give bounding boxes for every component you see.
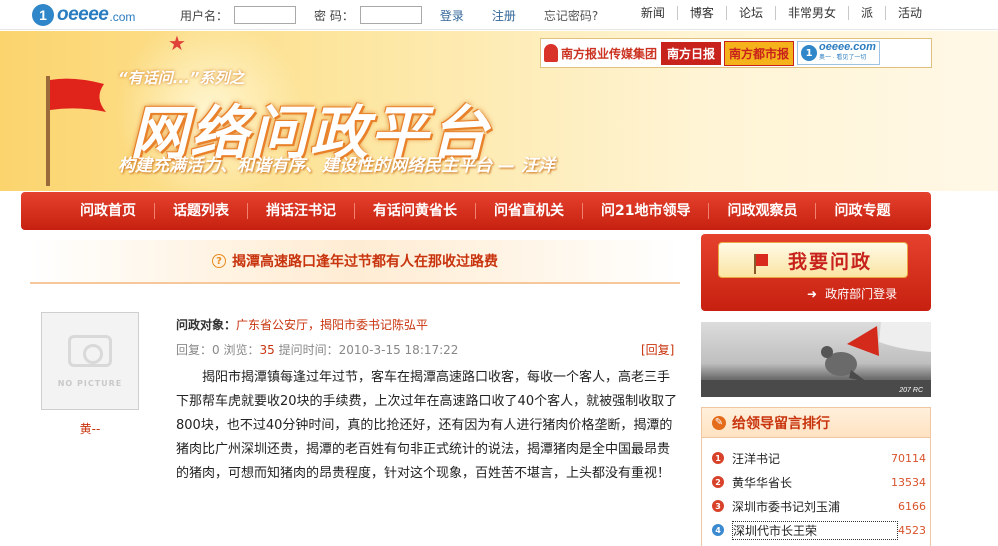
topnav-news[interactable]: 新闻 (629, 6, 677, 20)
banner-slogan: 构建充满活力、和谐有序、建设性的网络民主平台 — 汪洋 (118, 156, 555, 176)
ranking-list: 1 汪洋书记 70114 2 黄华华省长 13534 3 深圳市委书记刘玉浦 6… (712, 446, 926, 542)
promo-road (701, 380, 931, 397)
promo-banner[interactable]: 207 RC (701, 322, 931, 397)
username-input[interactable] (234, 6, 297, 24)
oeeee-partner-text: oeeee.com (819, 41, 876, 53)
oeeee-badge-icon: 1 (801, 45, 818, 61)
oeeee-logo[interactable]: 1 oeeee .com (32, 2, 135, 28)
camera-icon (68, 334, 112, 367)
question-target: 问政对象：广东省公安厅，揭阳市委书记陈弘平 (176, 316, 428, 333)
star-icon: ★ (168, 31, 186, 55)
post-body: 揭阳市揭潭镇每逢过年过节，客车在揭潭高速路口收客，每收一个客人，高老三手下那帮车… (176, 370, 678, 481)
password-input[interactable] (359, 6, 422, 24)
rank-count: 4523 (898, 523, 926, 537)
question-icon: ? (212, 254, 226, 268)
post-headline-bar: ? 揭潭高速路口逢年过节都有人在那收过路费 (30, 240, 680, 284)
ranking-header: ✎ 给领导留言排行 (702, 408, 930, 438)
time-value: 2010-3-15 18:17:22 (338, 343, 459, 357)
nanfang-flame-icon (544, 44, 558, 62)
nav-city-leaders[interactable]: 问21地市领导 (582, 203, 708, 219)
main-nav: 问政首页 话题列表 捎话汪书记 有话问黄省长 问省直机关 问21地市领导 问政观… (21, 192, 931, 230)
login-form: 用户名： 密 码： 登录 注册 忘记密码? (180, 6, 598, 24)
nanfang-group-logo[interactable]: 南方报业传媒集团 (544, 44, 657, 62)
reply-label: 回复： (176, 343, 213, 357)
no-picture-text: NO PICTURE (57, 378, 123, 388)
topnav-events[interactable]: 活动 (884, 6, 922, 20)
promo-brand: 207 RC (899, 387, 923, 394)
logo-text: oeeee (57, 4, 109, 25)
logo-badge: 1 (32, 4, 54, 26)
top-bar: 1 oeeee .com 用户名： 密 码： 登录 注册 忘记密码? 新闻 博客… (0, 0, 998, 30)
ask-question-button[interactable]: 我要问政 (718, 242, 908, 278)
logo-dotcom: .com (109, 10, 136, 24)
oeeee-partner-subtext: 奥一 · 看见了一切 (819, 55, 867, 61)
topnav-forum[interactable]: 论坛 (725, 6, 775, 20)
rank-name: 深圳市委书记刘玉浦 (732, 499, 841, 514)
rank-number: 1 (712, 452, 724, 464)
ranking-title: 给领导留言排行 (732, 415, 830, 432)
time-label: 提问时间： (278, 343, 339, 357)
password-label: 密 码： (314, 8, 354, 23)
ranking-item[interactable]: 3 深圳市委书记刘玉浦 6166 (712, 494, 926, 518)
partner-logos: 南方报业传媒集团 南方日报 南方都市报 1 oeeee.com 奥一 · 看见了… (540, 38, 932, 68)
rank-count: 6166 (898, 499, 926, 513)
login-link[interactable]: 登录 (440, 7, 464, 24)
view-count: 35 (259, 343, 275, 357)
topnav-blog[interactable]: 博客 (676, 6, 726, 20)
nav-provincial-agencies[interactable]: 问省直机关 (475, 203, 582, 219)
avatar: NO PICTURE (41, 312, 139, 410)
register-link[interactable]: 注册 (492, 7, 516, 24)
top-nav: 新闻 博客 论坛 非常男女 派 活动 (629, 6, 922, 20)
nav-ask-huang[interactable]: 有话问黄省长 (354, 203, 475, 219)
reply-count: 0 (212, 343, 220, 357)
topnav-pai[interactable]: 派 (847, 6, 885, 20)
target-value[interactable]: 广东省公安厅，揭阳市委书记陈弘平 (236, 318, 428, 332)
forgot-password-link[interactable]: 忘记密码? (544, 7, 598, 24)
gov-login-link[interactable]: ➜ 政府部门登录 (807, 285, 897, 302)
nav-observers[interactable]: 问政观察员 (708, 203, 815, 219)
nav-message-wang[interactable]: 捎话汪书记 (247, 203, 354, 219)
username-label: 用户名： (180, 8, 229, 23)
nanfang-daily-logo[interactable]: 南方日报 (661, 41, 722, 65)
rank-count: 13534 (891, 475, 926, 489)
ranking-item[interactable]: 4 深圳代市长王荣 4523 (712, 518, 926, 542)
rank-number: 4 (712, 524, 724, 536)
post-meta: 回复：0 浏览：35 提问时间：2010-3-15 18:17:22 (176, 341, 458, 358)
topnav-dating[interactable]: 非常男女 (774, 6, 848, 20)
nanfang-metro-logo[interactable]: 南方都市报 (724, 40, 795, 66)
post-headline: 揭潭高速路口逢年过节都有人在那收过路费 (232, 254, 498, 270)
series-label: “有话问...”系列之 (118, 69, 245, 87)
flag-icon (753, 254, 768, 274)
nav-home[interactable]: 问政首页 (62, 203, 154, 219)
ranking-item[interactable]: 2 黄华华省长 13534 (712, 470, 926, 494)
rank-name: 黄华华省长 (732, 475, 793, 490)
rank-number: 3 (712, 500, 724, 512)
rank-name: 汪洋书记 (732, 451, 781, 466)
ranking-item[interactable]: 1 汪洋书记 70114 (712, 446, 926, 470)
ask-box: 我要问政 ➜ 政府部门登录 (701, 234, 931, 311)
view-label: 浏览： (223, 343, 260, 357)
rank-number: 2 (712, 476, 724, 488)
leader-message-ranking: ✎ 给领导留言排行 1 汪洋书记 70114 2 黄华华省长 13534 3 深… (701, 407, 931, 546)
rank-count: 70114 (891, 451, 926, 465)
reply-link[interactable]: [回复] (641, 341, 674, 358)
ranking-icon: ✎ (712, 415, 726, 430)
target-label: 问政对象： (176, 318, 237, 332)
author-name[interactable]: 黄-- (41, 420, 139, 437)
oeeee-partner-logo[interactable]: 1 oeeee.com 奥一 · 看见了一切 (797, 41, 880, 65)
red-flag-icon (46, 76, 106, 186)
nav-special[interactable]: 问政专题 (815, 203, 908, 219)
rank-name: 深圳代市长王荣 (732, 520, 898, 540)
nav-topics[interactable]: 话题列表 (154, 203, 247, 219)
banner: ★ “有话问...”系列之 网络问政平台 构建充满活力、和谐有序、建设性的网络民… (0, 31, 998, 191)
arrow-right-icon: ➜ (807, 286, 818, 301)
